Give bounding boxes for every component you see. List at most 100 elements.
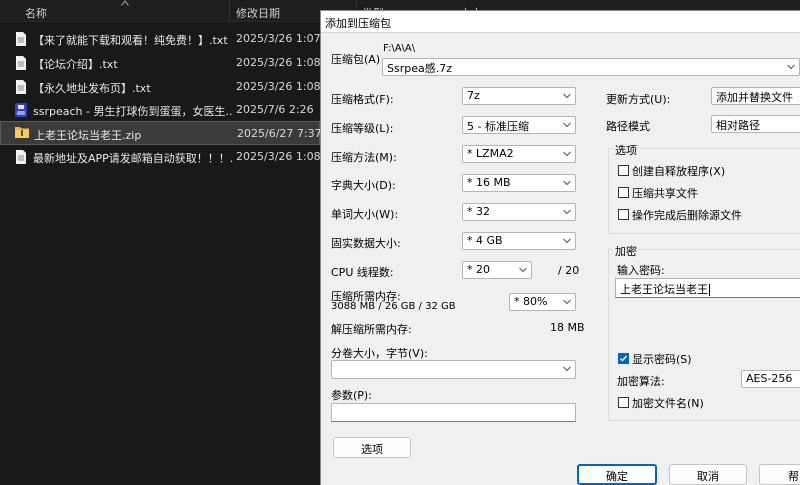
chevron-down-icon [563, 238, 571, 244]
shared-files-checkbox[interactable] [618, 187, 629, 198]
dialog-title: 添加到压缩包 [321, 11, 800, 33]
algo-select[interactable]: AES-256 [741, 370, 800, 388]
chevron-down-icon [563, 151, 571, 157]
sfx-checkbox[interactable] [618, 165, 629, 176]
decomp-label: 解压缩所需内存: [331, 323, 412, 336]
algo-label: 加密算法: [617, 375, 665, 388]
chevron-down-icon [563, 209, 571, 215]
file-date: 2025/3/26 1:08 [236, 56, 321, 69]
password-input[interactable]: 上老王论坛当老王 [615, 278, 800, 298]
password-label: 输入密码: [617, 264, 665, 277]
add-to-archive-dialog: 添加到压缩包 压缩包(A) F:\A\A\ Ssrpea感.7z 压缩格式(F)… [320, 10, 800, 485]
level-label: 压缩等级(L): [331, 122, 394, 135]
update-value: 添加并替换文件 [716, 91, 793, 104]
column-name[interactable]: 名称 [25, 5, 47, 21]
archive-name-value: Ssrpea感.7z [387, 62, 452, 75]
chevron-down-icon [563, 93, 571, 99]
pathmode-label: 路径模式 [606, 120, 650, 133]
volume-select[interactable] [331, 360, 576, 379]
encrypt-names-checkbox[interactable] [618, 397, 629, 408]
params-label: 参数(P): [331, 389, 372, 402]
params-input[interactable] [331, 403, 576, 422]
text-file-icon [16, 56, 26, 70]
archive-path: F:\A\A\ [383, 43, 416, 54]
method-select[interactable]: * LZMA2 [462, 145, 576, 163]
update-label: 更新方式(U): [606, 93, 671, 106]
file-date: 2025/3/26 1:08 [236, 150, 321, 163]
archive-label: 压缩包(A) [331, 53, 381, 66]
options-button[interactable]: 选项 [333, 437, 411, 458]
media-file-icon [15, 103, 27, 117]
solid-value: * 4 GB [467, 234, 503, 247]
file-date: 2025/3/26 1:08 [236, 80, 321, 93]
word-select[interactable]: * 32 [462, 203, 576, 221]
format-select[interactable]: 7z [462, 87, 576, 105]
password-value: 上老王论坛当老王 [620, 283, 708, 296]
format-label: 压缩格式(F): [331, 93, 394, 106]
level-value: 5 - 标准压缩 [467, 120, 529, 133]
encrypt-names-label: 加密文件名(N) [632, 397, 704, 410]
threads-value: * 20 [467, 263, 490, 276]
text-file-icon [16, 80, 26, 94]
level-select[interactable]: 5 - 标准压缩 [462, 116, 576, 134]
solid-label: 固实数据大小: [331, 237, 401, 250]
update-select[interactable]: 添加并替换文件 [711, 87, 800, 105]
solid-select[interactable]: * 4 GB [462, 232, 576, 250]
show-password-checkbox[interactable] [618, 353, 629, 364]
threads-max: / 20 [558, 264, 580, 277]
file-row[interactable]: ssrpeach - 男生打球伤到蛋蛋，女医生... 2025/7/6 2:26 [0, 98, 320, 122]
algo-value: AES-256 [746, 372, 793, 385]
chevron-down-icon [563, 180, 571, 186]
threads-label: CPU 线程数: [331, 266, 394, 279]
format-value: 7z [467, 89, 480, 102]
encryption-group-title: 加密 [613, 243, 639, 259]
shared-files-label: 压缩共享文件 [632, 187, 698, 200]
text-caret [709, 284, 710, 296]
archive-name-combo[interactable]: Ssrpea感.7z [382, 58, 800, 76]
file-date: 2025/7/6 2:26 [236, 103, 314, 116]
file-name: 【论坛介绍】.txt [33, 58, 118, 71]
volume-label: 分卷大小，字节(V): [331, 347, 428, 360]
zip-folder-icon [15, 127, 29, 138]
memory-value: * 80% [514, 295, 548, 308]
memory-select[interactable]: * 80% [509, 293, 576, 311]
pathmode-select[interactable]: 相对路径 [711, 115, 800, 133]
pathmode-value: 相对路径 [716, 119, 760, 132]
sfx-label: 创建自释放程序(X) [632, 165, 726, 178]
memory-detail: 3088 MB / 26 GB / 32 GB [331, 301, 456, 312]
word-label: 单词大小(W): [331, 208, 399, 221]
decomp-value: 18 MB [550, 321, 585, 334]
column-separator[interactable] [229, 0, 230, 22]
checkmark-icon [620, 355, 628, 362]
file-row[interactable]: 【论坛介绍】.txt 2025/3/26 1:08 [0, 51, 321, 75]
method-value: * LZMA2 [467, 147, 514, 160]
file-row[interactable]: 【永久地址发布页】.txt 2025/3/26 1:08 [0, 75, 321, 99]
show-password-label: 显示密码(S) [632, 353, 692, 366]
delete-after-checkbox[interactable] [618, 209, 629, 220]
file-date: 2025/6/27 7:37 [237, 127, 322, 140]
chevron-down-icon [563, 122, 571, 128]
file-name: 【来了就能下载和观看！纯免费！】.txt [33, 34, 228, 47]
file-date: 2025/3/26 1:07 [236, 32, 321, 45]
help-button[interactable]: 帮 [759, 464, 800, 485]
file-name: 上老王论坛当老王.zip [34, 129, 142, 142]
options-group-title: 选项 [613, 142, 639, 158]
delete-after-label: 操作完成后删除源文件 [632, 209, 742, 222]
file-name: 最新地址及APP请发邮箱自动获取！！！.... [33, 152, 233, 165]
threads-select[interactable]: * 20 [462, 261, 532, 279]
dict-label: 字典大小(D): [331, 179, 396, 192]
file-row[interactable]: 最新地址及APP请发邮箱自动获取！！！.... 2025/3/26 1:08 [0, 145, 321, 169]
ok-button[interactable]: 确定 [577, 464, 657, 485]
method-label: 压缩方法(M): [331, 151, 397, 164]
chevron-down-icon [787, 64, 795, 70]
file-name: 【永久地址发布页】.txt [33, 82, 151, 95]
column-modified[interactable]: 修改日期 [236, 5, 280, 21]
cancel-button[interactable]: 取消 [669, 464, 747, 485]
dict-value: * 16 MB [467, 176, 511, 189]
file-row-selected[interactable]: 上老王论坛当老王.zip 2025/6/27 7:37 [0, 121, 322, 145]
file-row[interactable]: 【来了就能下载和观看！纯免费！】.txt 2025/3/26 1:07 [0, 27, 321, 51]
file-name: ssrpeach - 男生打球伤到蛋蛋，女医生... [33, 105, 233, 118]
chevron-down-icon [563, 299, 571, 305]
dict-select[interactable]: * 16 MB [462, 174, 576, 192]
sort-ascending-icon [121, 0, 129, 6]
